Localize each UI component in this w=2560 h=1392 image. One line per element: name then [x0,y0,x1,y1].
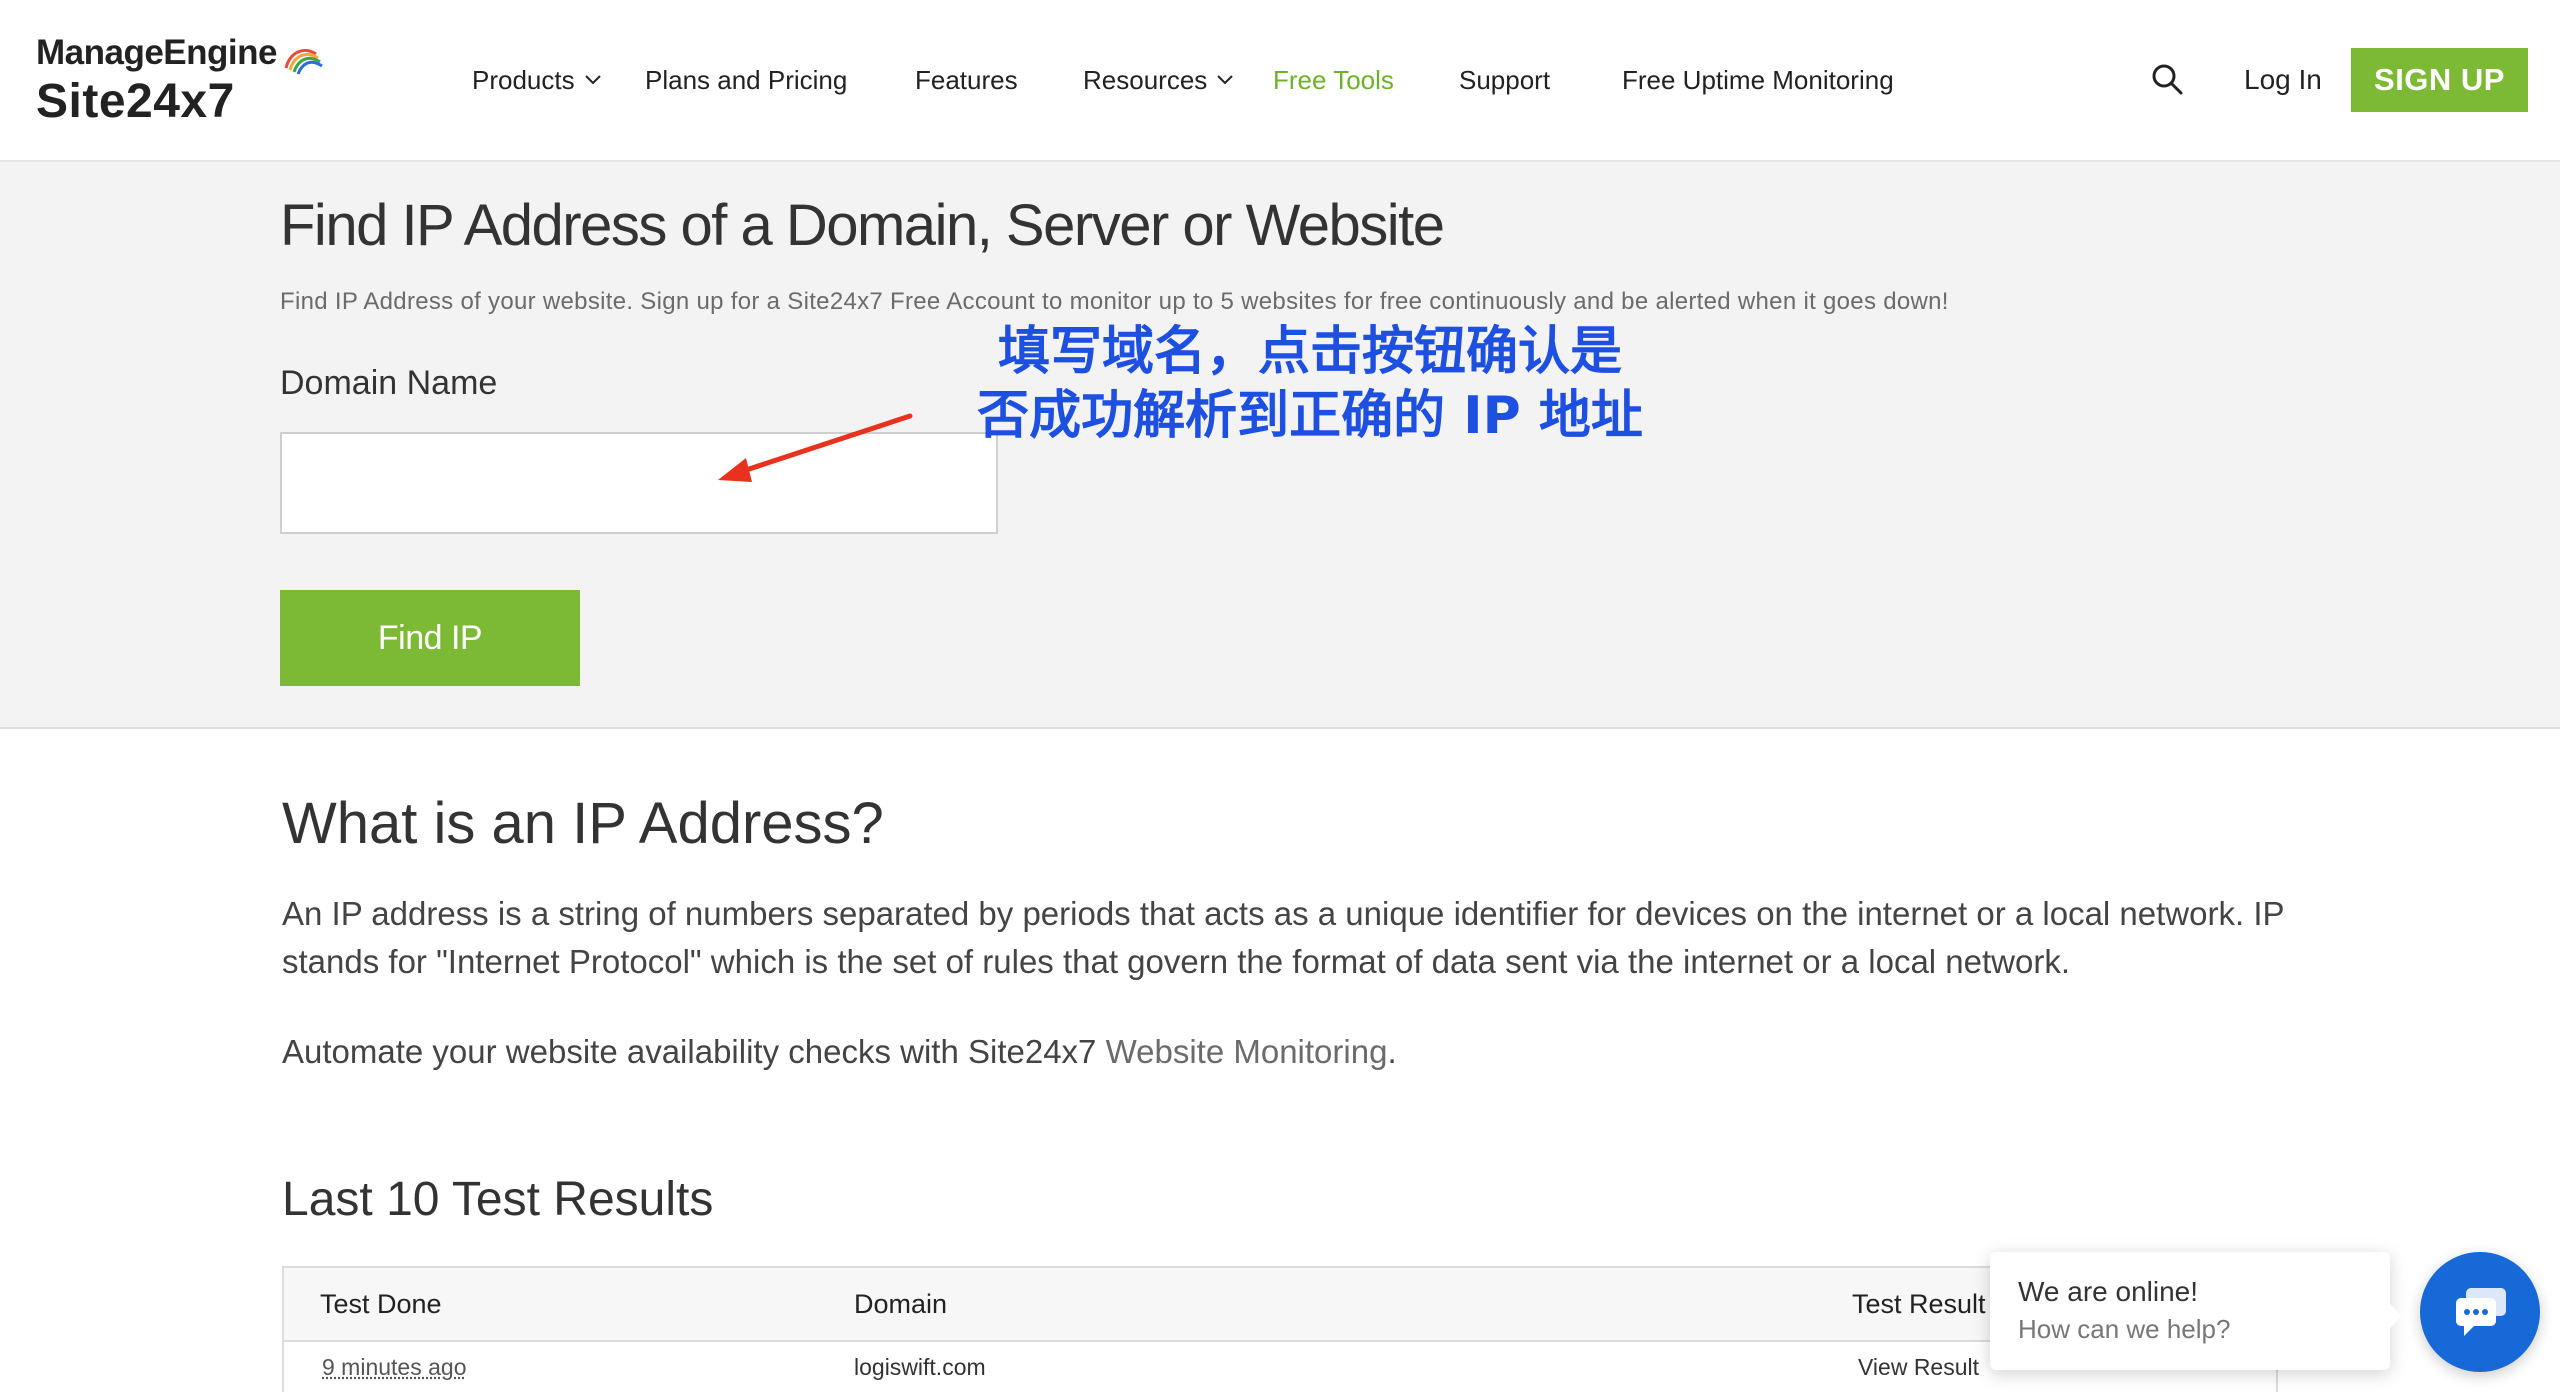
chat-greeting-bubble[interactable]: We are online! How can we help? [1990,1252,2402,1370]
column-header-test-done: Test Done [320,1289,442,1319]
what-is-ip-paragraph: An IP address is a string of numbers sep… [282,895,2284,980]
nav-label: Free Tools [1273,65,1394,95]
nav-label: Resources [1083,65,1208,95]
results-heading: Last 10 Test Results [282,1173,714,1226]
nav-plans-pricing[interactable]: Plans and Pricing [645,58,847,102]
column-header-test-result: Test Result [1852,1289,1986,1319]
nav-products[interactable]: Products [472,58,601,102]
nav-label: Products [472,65,575,95]
annotation-line-1: 填写域名，点击按钮确认是 [997,322,1622,382]
find-ip-button[interactable]: Find IP [280,590,580,686]
nav-free-tools[interactable]: Free Tools [1273,58,1394,102]
find-ip-section: Find IP Address of a Domain, Server or W… [0,162,2560,729]
nav-label: Plans and Pricing [645,65,848,95]
website-monitoring-link[interactable]: Website Monitoring [1106,1033,1388,1070]
chevron-down-icon [584,75,601,85]
signup-button[interactable]: SIGN UP [2351,48,2528,112]
logo[interactable]: ManageEngine Site24x7 [36,32,323,130]
chat-title: We are online! [2018,1276,2199,1307]
nav-support[interactable]: Support [1459,58,1550,102]
nav-label: Free Uptime Monitoring [1622,65,1894,95]
what-is-ip-heading: What is an IP Address? [282,791,884,856]
nav-free-uptime-monitoring[interactable]: Free Uptime Monitoring [1622,58,1894,102]
site-header: ManageEngine Site24x7 Products Plans and… [0,0,2560,162]
chat-subtitle: How can we help? [2018,1314,2231,1344]
nav-label: Support [1459,65,1551,95]
row-time: 9 minutes ago [322,1354,467,1380]
automate-text: Automate your website availability check… [282,1033,1106,1070]
chat-launcher-button[interactable] [2420,1252,2540,1372]
search-icon[interactable] [2150,62,2184,96]
annotation-note: 填写域名，点击按钮确认是 否成功解析到正确的 IP 地址 [940,320,1680,448]
domain-name-label: Domain Name [280,364,498,402]
chat-icon [2456,1288,2506,1336]
brand-name: ManageEngine [36,33,277,72]
view-result-link[interactable]: View Result [1858,1342,1979,1392]
chevron-down-icon [1217,75,1233,85]
column-header-domain: Domain [854,1289,948,1319]
table-header: Test Done Domain Test Result [284,1268,2276,1342]
logo-swirl-icon [284,49,323,75]
nav-resources[interactable]: Resources [1083,58,1233,102]
results-table: Test Done Domain Test Result 9 minutes a… [282,1266,2278,1392]
annotation-arrow-icon [718,413,913,482]
product-name: Site24x7 [36,75,235,128]
annotation-line-2: 否成功解析到正确的 IP 地址 [977,386,1643,446]
page-title: Find IP Address of a Domain, Server or W… [280,193,1445,258]
nav-features[interactable]: Features [915,58,1018,102]
login-link[interactable]: Log In [2244,58,2322,102]
page-subtitle: Find IP Address of your website. Sign up… [280,288,1949,315]
automate-paragraph: Automate your website availability check… [282,1028,2292,1076]
period-text: . [1387,1033,1397,1070]
nav-label: Features [915,65,1018,95]
row-domain: logiswift.com [854,1354,986,1380]
